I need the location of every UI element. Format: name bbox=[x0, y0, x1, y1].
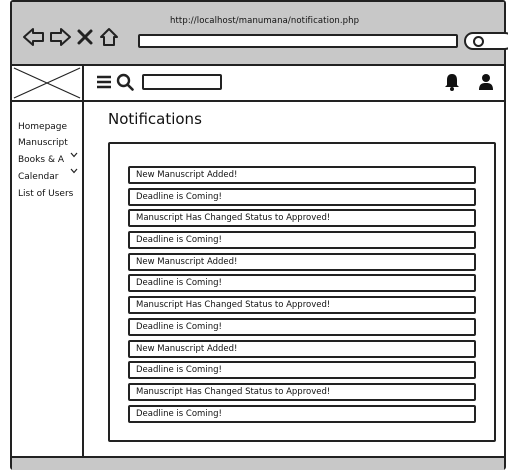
close-icon[interactable] bbox=[76, 26, 94, 48]
notification-item[interactable]: Deadline is Coming! bbox=[128, 404, 476, 423]
browser-search-button[interactable] bbox=[464, 32, 508, 50]
app-topbar bbox=[12, 66, 504, 102]
notification-item[interactable]: Deadline is Coming! bbox=[128, 361, 476, 380]
page-title: Notifications bbox=[108, 110, 202, 128]
chevron-down-icon[interactable] bbox=[70, 168, 78, 174]
user-icon[interactable] bbox=[478, 73, 494, 91]
url-bar[interactable] bbox=[138, 34, 458, 48]
hamburger-menu-icon[interactable] bbox=[96, 74, 112, 90]
logo-placeholder bbox=[13, 66, 84, 100]
bell-icon[interactable] bbox=[444, 73, 460, 91]
sidebar-item-calendar[interactable]: Calendar bbox=[18, 172, 58, 182]
sidebar: Homepage Manuscript Books & A Calendar L… bbox=[12, 102, 84, 456]
browser-chrome: http://localhost/manumana/notification.p… bbox=[12, 2, 508, 66]
back-arrow-icon[interactable] bbox=[22, 26, 46, 48]
sidebar-item-homepage[interactable]: Homepage bbox=[18, 122, 67, 132]
search-icon bbox=[473, 36, 484, 47]
home-icon[interactable] bbox=[98, 26, 120, 48]
notification-item[interactable]: Manuscript Has Changed Status to Approve… bbox=[128, 382, 476, 401]
footer-bar bbox=[12, 456, 504, 470]
notification-item[interactable]: Deadline is Coming! bbox=[128, 231, 476, 250]
notification-item[interactable]: Deadline is Coming! bbox=[128, 274, 476, 293]
notification-item[interactable]: Manuscript Has Changed Status to Approve… bbox=[128, 296, 476, 315]
url-text: http://localhost/manumana/notification.p… bbox=[170, 16, 360, 26]
notifications-panel: New Manuscript Added! Deadline is Coming… bbox=[108, 142, 496, 442]
notification-item[interactable]: New Manuscript Added! bbox=[128, 252, 476, 271]
sidebar-item-books[interactable]: Books & A bbox=[18, 155, 64, 165]
browser-window: http://localhost/manumana/notification.p… bbox=[10, 0, 508, 470]
search-input[interactable] bbox=[142, 74, 222, 90]
forward-arrow-icon[interactable] bbox=[48, 26, 72, 48]
notification-item[interactable]: Deadline is Coming! bbox=[128, 187, 476, 206]
notification-list: New Manuscript Added! Deadline is Coming… bbox=[128, 166, 476, 426]
notification-item[interactable]: New Manuscript Added! bbox=[128, 166, 476, 184]
notification-item[interactable]: Manuscript Has Changed Status to Approve… bbox=[128, 209, 476, 228]
notification-item[interactable]: Deadline is Coming! bbox=[128, 317, 476, 336]
chevron-down-icon[interactable] bbox=[70, 152, 78, 158]
search-icon[interactable] bbox=[116, 73, 134, 91]
main-content: Notifications New Manuscript Added! Dead… bbox=[84, 102, 504, 456]
sidebar-item-list-of-users[interactable]: List of Users bbox=[18, 189, 73, 199]
notification-item[interactable]: New Manuscript Added! bbox=[128, 339, 476, 358]
sidebar-item-manuscript[interactable]: Manuscript bbox=[18, 138, 68, 148]
